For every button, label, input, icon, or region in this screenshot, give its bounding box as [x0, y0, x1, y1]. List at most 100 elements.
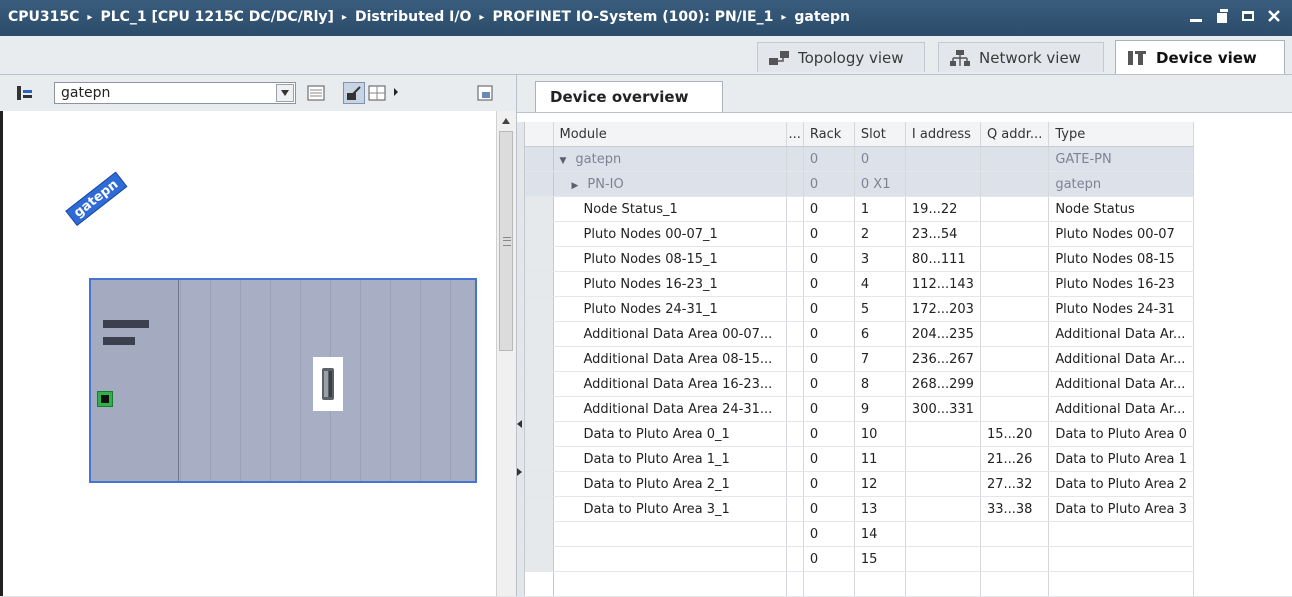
table-row[interactable] — [525, 571, 1194, 597]
column-header-more[interactable]: ... — [786, 122, 804, 147]
table-row[interactable]: Data to Pluto Area 2_1 0 12 27...32 Data to … — [525, 471, 1194, 497]
cell-rack: 0 — [803, 521, 855, 547]
breadcrumb-item[interactable]: Distributed I/O — [355, 9, 471, 25]
column-header-type[interactable]: Type — [1048, 122, 1194, 147]
scroll-up-button[interactable] — [498, 113, 514, 129]
device-select[interactable]: gatepn — [54, 82, 296, 104]
table-row[interactable]: Additional Data Area 16-23... 0 8 268...299… — [525, 371, 1194, 397]
cell-more — [786, 321, 804, 347]
row-selector[interactable] — [525, 446, 554, 472]
cell-module: Node Status_1 — [553, 196, 787, 222]
maximize-button[interactable] — [1238, 4, 1258, 28]
close-button[interactable] — [1264, 4, 1284, 28]
table-row[interactable]: Additional Data Area 00-07... 0 6 204...235… — [525, 321, 1194, 347]
view-tab-bar: Topology view Network view Device view — [0, 36, 1292, 75]
breadcrumb-item[interactable]: PROFINET IO-System (100): PN/IE_1 — [492, 9, 773, 25]
table-row[interactable]: Additional Data Area 24-31... 0 9 300...331… — [525, 396, 1194, 422]
cell-i-address: 19...22 — [905, 196, 981, 222]
table-row[interactable]: Pluto Nodes 24-31_1 0 5 172...203 Pluto Node… — [525, 296, 1194, 322]
tab-device-view[interactable]: Device view — [1115, 40, 1285, 74]
table-row[interactable]: Data to Pluto Area 3_1 0 13 33...38 Data to … — [525, 496, 1194, 522]
column-header-slot[interactable]: Slot — [854, 122, 906, 147]
row-selector[interactable] — [525, 421, 554, 447]
row-selector[interactable] — [525, 321, 554, 347]
row-selector[interactable] — [525, 246, 554, 272]
profinet-port-icon[interactable] — [97, 391, 113, 407]
table-row[interactable]: Additional Data Area 08-15... 0 7 236...267… — [525, 346, 1194, 372]
minimize-button[interactable] — [1186, 4, 1206, 28]
breadcrumb-item[interactable]: PLC_1 [CPU 1215C DC/DC/Rly] — [100, 9, 333, 25]
tab-topology-view[interactable]: Topology view — [757, 42, 925, 72]
collapse-left-icon[interactable] — [517, 420, 522, 428]
dropdown-arrow[interactable] — [276, 84, 294, 102]
table-row[interactable]: Pluto Nodes 16-23_1 0 4 112...143 Pluto Node… — [525, 271, 1194, 297]
table-row[interactable]: Data to Pluto Area 1_1 0 11 21...26 Data to … — [525, 446, 1194, 472]
panel-options-button[interactable] — [474, 82, 496, 104]
row-selector[interactable] — [525, 171, 554, 197]
breadcrumb-item[interactable]: gatepn — [794, 9, 850, 25]
column-header-i-address[interactable]: I address — [905, 122, 981, 147]
expand-right-icon[interactable] — [517, 468, 522, 476]
table-row[interactable]: 0 14 — [525, 521, 1194, 547]
device-rack[interactable] — [89, 278, 477, 483]
breadcrumb-item[interactable]: CPU315C — [8, 9, 79, 25]
table-row[interactable]: Pluto Nodes 00-07_1 0 2 23...54 Pluto Nodes … — [525, 221, 1194, 247]
table-row[interactable]: 0 15 — [525, 546, 1194, 572]
row-selector[interactable] — [525, 296, 554, 322]
device-canvas[interactable]: gatepn — [0, 111, 499, 596]
more-tools-button[interactable] — [391, 82, 401, 104]
table-row[interactable]: Node Status_1 0 1 19...22 Node Status — [525, 196, 1194, 222]
row-selector[interactable] — [525, 571, 554, 597]
module-icon[interactable] — [313, 357, 343, 411]
row-selector[interactable] — [525, 396, 554, 422]
maximize-icon — [1242, 11, 1254, 21]
column-header-module[interactable]: Module — [553, 122, 787, 147]
cell-rack: 0 — [803, 321, 855, 347]
scrollbar-grip — [503, 237, 511, 246]
cell-i-address — [905, 571, 981, 597]
vertical-scrollbar[interactable] — [496, 111, 516, 596]
cell-more — [786, 171, 804, 197]
cell-module — [553, 546, 787, 572]
collapsed-caret-icon[interactable]: ▶ — [572, 181, 579, 191]
device-name-label[interactable]: gatepn — [65, 171, 128, 226]
float-button[interactable] — [1212, 4, 1232, 28]
zoom-tool-button[interactable] — [343, 82, 365, 104]
cell-rack: 0 — [803, 396, 855, 422]
row-selector[interactable] — [525, 346, 554, 372]
row-selector-header — [525, 122, 554, 147]
column-header-rack[interactable]: Rack — [803, 122, 855, 147]
minimize-icon — [1190, 19, 1202, 22]
tab-network-view[interactable]: Network view — [938, 42, 1104, 72]
expand-caret-icon[interactable]: ▼ — [560, 156, 567, 166]
row-selector[interactable] — [525, 221, 554, 247]
table-row[interactable]: ▶ PN-IO 0 0 X1 gatepn — [525, 171, 1194, 197]
grid-splitter[interactable] — [517, 122, 525, 596]
table-row[interactable]: Data to Pluto Area 0_1 0 10 15...20 Data to … — [525, 421, 1194, 447]
rack-view-button[interactable] — [305, 82, 327, 104]
zoom-tool-icon — [347, 86, 361, 100]
row-selector[interactable] — [525, 496, 554, 522]
row-selector[interactable] — [525, 146, 554, 172]
head-module[interactable] — [91, 280, 179, 481]
row-selector[interactable] — [525, 271, 554, 297]
tab-device-overview[interactable]: Device overview — [535, 81, 723, 112]
row-selector[interactable] — [525, 196, 554, 222]
cell-module: Pluto Nodes 08-15_1 — [553, 246, 787, 272]
title-bar: CPU315C ▸ PLC_1 [CPU 1215C DC/DC/Rly] ▸ Dist… — [0, 0, 1292, 36]
network-connect-button[interactable] — [14, 82, 36, 104]
cell-slot: 15 — [854, 546, 906, 572]
table-row[interactable]: Pluto Nodes 08-15_1 0 3 80...111 Pluto Nodes… — [525, 246, 1194, 272]
grid-icon — [368, 85, 386, 101]
scrollbar-thumb[interactable] — [499, 131, 513, 351]
cell-q-address — [980, 321, 1050, 347]
grid-view-button[interactable] — [366, 82, 388, 104]
table-row[interactable]: ▼ gatepn 0 0 GATE-PN — [525, 146, 1194, 172]
row-selector[interactable] — [525, 546, 554, 572]
cell-q-address — [980, 521, 1050, 547]
row-selector[interactable] — [525, 371, 554, 397]
row-selector[interactable] — [525, 471, 554, 497]
row-selector[interactable] — [525, 521, 554, 547]
column-header-q-address[interactable]: Q addr... — [980, 122, 1050, 147]
cell-slot: 11 — [854, 446, 906, 472]
